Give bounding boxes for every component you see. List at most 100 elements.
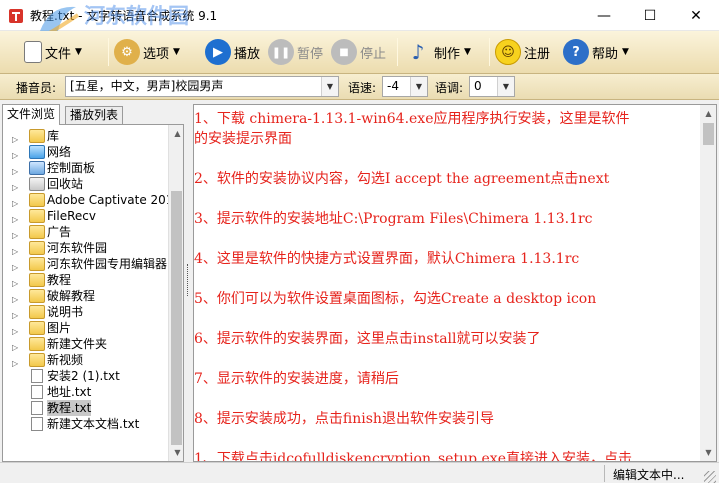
tree-folder-item[interactable]: ▷ 广告 xyxy=(3,224,169,240)
tab-playlist[interactable]: 播放列表 xyxy=(65,106,124,124)
editor-line: 4、这里是软件的快捷方式设置界面，默认Chimera 1.13.1rc xyxy=(194,251,580,267)
tree-item-label: 河东软件园 xyxy=(47,241,108,255)
folder-icon xyxy=(29,337,45,351)
editor-line: 1、下载 chimera-1.13.1-win64.exe应用程序执行安装，这里… xyxy=(194,111,630,127)
minimize-button[interactable]: — xyxy=(581,0,627,31)
tree-item-label: 安装2 (1).txt xyxy=(47,369,120,383)
folder-icon xyxy=(29,273,45,287)
tree-folder-item[interactable]: ▷ 河东软件园专用编辑器 xyxy=(3,256,169,272)
left-panel: 文件浏览 播放列表 ▷ 库 ▷ 网络 ▷ 控制面板 ▷ 回收站 ▷ Adobe Captivate… xyxy=(2,104,184,462)
resize-grip-icon[interactable] xyxy=(704,471,716,483)
tree-file-item[interactable]: 新建文本文档.txt xyxy=(3,416,169,432)
text-file-icon xyxy=(31,385,43,399)
editor-scroll-thumb[interactable] xyxy=(703,123,714,145)
tree-item-label: 新建文本文档.txt xyxy=(47,417,140,431)
chevron-down-icon: ▼ xyxy=(410,77,427,96)
tree-item-label: 图片 xyxy=(47,321,72,335)
make-menu-button[interactable]: ♪ 制作 ▼ xyxy=(405,37,471,67)
tree-file-item[interactable]: 地址.txt xyxy=(3,384,169,400)
tree-folder-item[interactable]: ▷ Adobe Captivate 201 xyxy=(3,192,173,208)
dropdown-arrow-icon: ▼ xyxy=(173,47,180,57)
status-separator xyxy=(604,465,605,482)
tree-folder-item[interactable]: ▷ 库 xyxy=(3,128,169,144)
close-icon: ✕ xyxy=(690,7,702,24)
register-button[interactable]: ☺ 注册 xyxy=(495,37,550,67)
maximize-button[interactable]: ☐ xyxy=(627,0,673,31)
options-icon: ⚙ xyxy=(114,39,140,65)
tree-folder-item[interactable]: ▷ 图片 xyxy=(3,320,169,336)
chevron-down-icon: ▼ xyxy=(497,77,514,96)
editor-line: 5、你们可以为软件设置桌面图标，勾选Create a desktop icon xyxy=(194,291,597,307)
tree-file-item[interactable]: 教程.txt xyxy=(3,400,169,416)
tree-item-label: 新建文件夹 xyxy=(47,337,108,351)
tree-folder-item[interactable]: ▷ 网络 xyxy=(3,144,169,160)
editor-line: 6、提示软件的安装界面，这里点击install就可以安装了 xyxy=(194,331,541,347)
editor-line: 8、提示安装成功，点击finish退出软件安装引导 xyxy=(194,411,494,427)
options-menu-button[interactable]: ⚙ 选项 ▼ xyxy=(114,37,180,67)
tree-scrollbar[interactable]: ▲ ▼ xyxy=(168,125,183,461)
text-file-icon xyxy=(31,401,43,415)
tree-item-label: 控制面板 xyxy=(47,161,96,175)
tree-folder-item[interactable]: ▷ 新建文件夹 xyxy=(3,336,169,352)
editor-line: 3、提示软件的安装地址C:\Program Files\Chimera 1.13… xyxy=(194,211,593,227)
folder-icon xyxy=(29,193,45,207)
close-button[interactable]: ✕ xyxy=(673,0,719,31)
title-bar: 教程.txt - 文字转语音合成系统 9.1 河东软件园 www.pc0359.… xyxy=(0,0,719,46)
folder-icon xyxy=(29,289,45,303)
speed-label: 语速: xyxy=(348,81,377,95)
tree-folder-item[interactable]: ▷ 破解教程 xyxy=(3,288,169,304)
tree-item-label: 库 xyxy=(47,129,60,143)
tree-item-label: 网络 xyxy=(47,145,72,159)
tree-folder-item[interactable]: ▷ 河东软件园 xyxy=(3,240,169,256)
panel-splitter[interactable] xyxy=(186,104,192,462)
tree-folder-item[interactable]: ▷ 回收站 xyxy=(3,176,169,192)
tab-file-browser[interactable]: 文件浏览 xyxy=(2,104,61,125)
stop-icon: ■ xyxy=(331,39,357,65)
status-bar: 编辑文本中... xyxy=(0,462,719,483)
play-button[interactable]: ▶ 播放 xyxy=(205,37,260,67)
play-icon: ▶ xyxy=(205,39,231,65)
text-editor[interactable]: 1、下载 chimera-1.13.1-win64.exe应用程序执行安装，这里… xyxy=(193,104,717,462)
tone-label: 语调: xyxy=(435,81,464,95)
voice-settings-bar: 播音员: [五星，中文，男声]校园男声 ▼ 语速: -4 ▼ 语调: 0 ▼ xyxy=(0,74,719,100)
scroll-down-icon[interactable]: ▼ xyxy=(700,444,716,461)
help-menu-button[interactable]: ? 帮助 ▼ xyxy=(563,37,629,67)
stop-button[interactable]: ■ 停止 xyxy=(331,37,386,67)
file-menu-button[interactable]: 文件 ▼ xyxy=(24,37,82,67)
tree-item-label: 说明书 xyxy=(47,305,84,319)
tree-file-item[interactable]: 安装2 (1).txt xyxy=(3,368,169,384)
folder-icon xyxy=(29,321,45,335)
tree-item-label: FileRecv xyxy=(47,209,96,223)
scroll-down-icon[interactable]: ▼ xyxy=(169,444,183,461)
tree-folder-item[interactable]: ▷ FileRecv xyxy=(3,208,169,224)
editor-scrollbar[interactable]: ▲ ▼ xyxy=(700,105,716,461)
tree-folder-item[interactable]: ▷ 控制面板 xyxy=(3,160,169,176)
folder-icon xyxy=(29,225,45,239)
pause-button[interactable]: ❚❚ 暂停 xyxy=(268,37,323,67)
app-icon xyxy=(8,8,24,24)
tree-item-label: 破解教程 xyxy=(47,289,96,303)
tree-item-label: 河东软件园专用编辑器 xyxy=(47,257,168,271)
tree-folder-item[interactable]: ▷ 教程 xyxy=(3,272,169,288)
network-icon xyxy=(29,145,45,159)
window-title: 教程.txt - 文字转语音合成系统 9.1 xyxy=(30,9,218,23)
tree-folder-item[interactable]: ▷ 说明书 xyxy=(3,304,169,320)
tree-folder-item[interactable]: ▷ 新视频 xyxy=(3,352,169,368)
pause-icon: ❚❚ xyxy=(268,39,294,65)
scroll-up-icon[interactable]: ▲ xyxy=(169,125,183,142)
main-toolbar: 文件 ▼ ⚙ 选项 ▼ ▶ 播放 ❚❚ 暂停 ■ 停止 ♪ 制作 ▼ ☺ 注册 ? 帮… xyxy=(0,31,719,74)
maximize-icon: ☐ xyxy=(643,7,657,24)
recycle-bin-icon xyxy=(29,177,45,191)
help-icon: ? xyxy=(563,39,589,65)
editor-line: 1、下载点击jdcofulldiskencryption_setup.exe直接… xyxy=(194,451,632,462)
speaker-select[interactable]: [五星，中文，男声]校园男声 ▼ xyxy=(65,76,339,97)
tone-select[interactable]: 0 ▼ xyxy=(469,76,515,97)
speed-select[interactable]: -4 ▼ xyxy=(382,76,428,97)
dropdown-arrow-icon: ▼ xyxy=(464,47,471,57)
tree-scroll-thumb[interactable] xyxy=(171,191,182,445)
toolbar-separator xyxy=(397,38,398,66)
editor-line: 2、软件的安装协议内容，勾选I accept the agreement点击ne… xyxy=(194,171,610,187)
scroll-up-icon[interactable]: ▲ xyxy=(700,105,716,122)
folder-icon xyxy=(29,353,45,367)
text-file-icon xyxy=(31,369,43,383)
